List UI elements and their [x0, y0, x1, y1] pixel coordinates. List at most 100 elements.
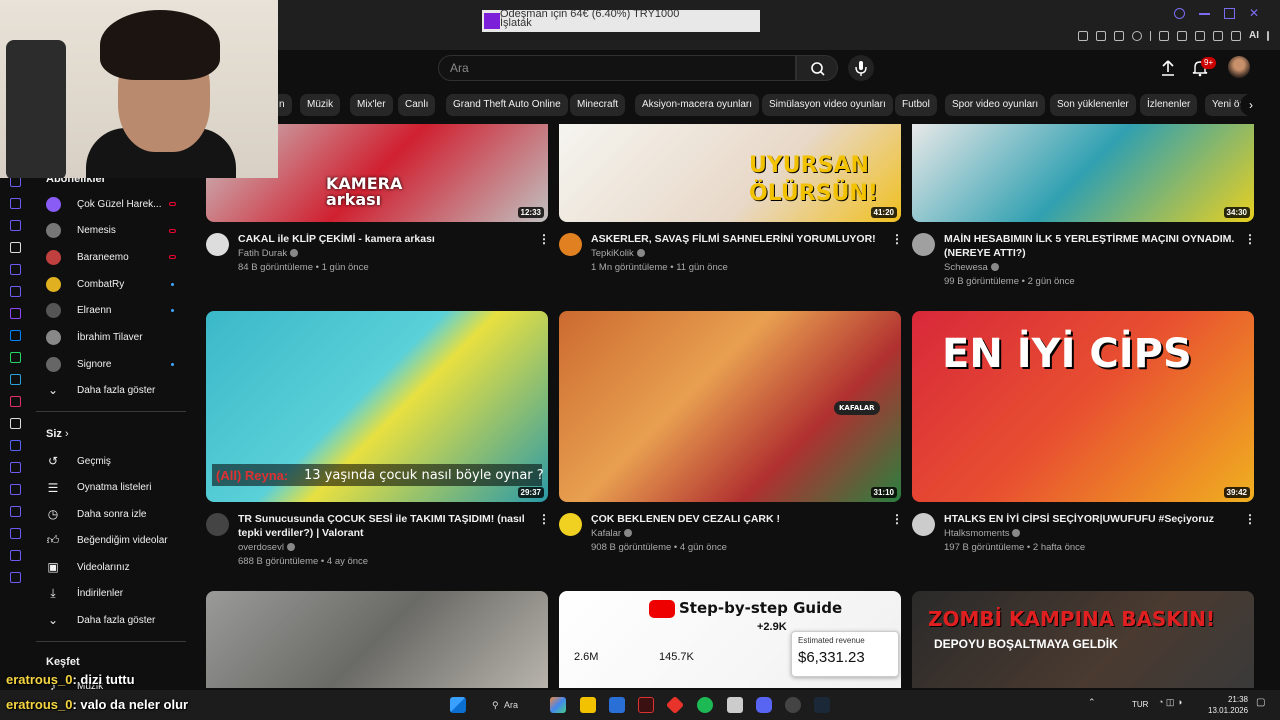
minimize-icon[interactable] — [1199, 13, 1210, 15]
search-input[interactable]: Ara — [438, 55, 796, 81]
video-thumbnail[interactable]: 34:30 — [912, 124, 1254, 222]
more-options-icon[interactable]: ⋮ — [1244, 233, 1256, 245]
store-icon[interactable] — [609, 697, 625, 713]
subscription-item[interactable]: Elraenn — [46, 299, 196, 323]
chip[interactable]: Son yüklenenler — [1050, 94, 1136, 116]
search-window-icon[interactable] — [1174, 8, 1185, 19]
search-button[interactable] — [796, 55, 838, 81]
video-thumbnail[interactable] — [206, 591, 548, 688]
menu-dots-icon[interactable] — [1267, 30, 1269, 41]
download-browser-icon[interactable] — [1213, 30, 1223, 41]
subscription-item[interactable]: Çok Güzel Harek... — [46, 192, 196, 216]
channel-avatar[interactable] — [206, 233, 229, 256]
rail-app-icon[interactable] — [10, 330, 21, 341]
maximize-icon[interactable] — [1224, 8, 1235, 19]
subscription-item[interactable]: Baraneemo — [46, 245, 196, 269]
chip[interactable]: Aksiyon-macera oyunları — [635, 94, 760, 116]
channel-avatar[interactable] — [206, 513, 229, 536]
app-icon[interactable] — [785, 697, 801, 713]
video-title[interactable]: TR Sunucusunda ÇOCUK SESİ ile TAKIMI TAŞ… — [238, 512, 538, 540]
ai-button[interactable]: AI — [1249, 30, 1259, 41]
rail-app-icon[interactable] — [10, 506, 21, 517]
upload-icon[interactable] — [1158, 58, 1178, 78]
extension-icon[interactable] — [1159, 30, 1169, 41]
video-title[interactable]: ÇOK BEKLENEN DEV CEZALI ÇARK ! — [591, 512, 891, 526]
close-icon[interactable]: ✕ — [1249, 7, 1260, 19]
chip[interactable]: Minecraft — [570, 94, 626, 116]
steam-icon[interactable] — [814, 697, 830, 713]
you-item[interactable]: ▣ Videolarınız — [46, 555, 196, 579]
wallet-icon[interactable] — [1195, 30, 1205, 41]
puzzle-icon[interactable] — [1177, 30, 1187, 41]
language-indicator[interactable]: TUR — [1132, 700, 1148, 709]
video-title[interactable]: MAİN HESABIMIN İLK 5 YERLEŞTİRME MAÇINI … — [944, 232, 1244, 260]
you-item[interactable]: ◷ Daha sonra izle — [46, 502, 196, 526]
channel-name[interactable]: Kafalar — [591, 528, 633, 539]
shield-icon[interactable] — [1114, 30, 1124, 41]
rail-app-icon[interactable] — [10, 440, 21, 451]
rail-app-icon[interactable] — [10, 572, 21, 583]
channel-avatar[interactable] — [912, 513, 935, 536]
channel-avatar[interactable] — [559, 513, 582, 536]
rail-app-icon[interactable] — [10, 286, 21, 297]
you-item[interactable]: ☰ Oynatma listeleri — [46, 476, 196, 500]
you-item[interactable]: ↺ Geçmiş — [46, 449, 196, 473]
chevron-right-icon[interactable]: › — [1240, 94, 1262, 116]
screenshot-icon[interactable] — [1096, 30, 1106, 41]
video-thumbnail[interactable]: UYURSAN ÖLÜRSÜN! 41:20 — [559, 124, 901, 222]
show-more-subscriptions[interactable]: ⌄ Daha fazla göster — [46, 378, 196, 402]
channel-name[interactable]: Schewesa — [944, 262, 999, 273]
show-more-you[interactable]: ⌄ Daha fazla göster — [46, 608, 196, 632]
rail-app-icon[interactable] — [10, 528, 21, 539]
voice-search-button[interactable] — [848, 55, 874, 81]
rail-app-icon[interactable] — [10, 198, 21, 209]
video-thumbnail[interactable]: Step-by-step Guide Estimated revenue $6,33… — [559, 591, 901, 688]
discord-icon[interactable] — [756, 697, 772, 713]
pin-icon[interactable] — [1078, 30, 1088, 41]
more-options-icon[interactable]: ⋮ — [891, 233, 903, 245]
windows-start-icon[interactable] — [450, 697, 466, 713]
notification-center-icon[interactable]: ▢ — [1256, 697, 1268, 713]
subscription-item[interactable]: İbrahim Tilaver — [46, 326, 196, 350]
edit-icon[interactable] — [1231, 30, 1241, 41]
channel-name[interactable]: overdosevl — [238, 542, 295, 553]
rail-app-icon[interactable] — [10, 242, 21, 253]
chip[interactable]: Futbol — [895, 94, 937, 116]
more-options-icon[interactable]: ⋮ — [538, 513, 550, 525]
chip[interactable]: Grand Theft Auto Online — [446, 94, 568, 116]
rail-app-icon[interactable] — [10, 220, 21, 231]
file-explorer-icon[interactable] — [580, 697, 596, 713]
mail-icon[interactable] — [727, 697, 743, 713]
clock[interactable]: 21:38 13.01.2026 — [1208, 694, 1248, 716]
video-thumbnail[interactable]: KAFALAR 31:10 — [559, 311, 901, 502]
video-title[interactable]: HTALKS EN İYİ CİPSİ SEÇİYOR|UWUFUFU #Seç… — [944, 512, 1244, 526]
rail-app-icon[interactable] — [10, 264, 21, 275]
rail-app-icon[interactable] — [10, 352, 21, 363]
rail-app-icon[interactable] — [10, 462, 21, 473]
rail-app-icon[interactable] — [10, 418, 21, 429]
channel-name[interactable]: Fatih Durak — [238, 248, 299, 259]
channel-avatar[interactable] — [912, 233, 935, 256]
chip[interactable]: Simülasyon video oyunları — [762, 94, 893, 116]
subscription-item[interactable]: CombatRy — [46, 272, 196, 296]
rail-app-icon[interactable] — [10, 374, 21, 385]
video-title[interactable]: CAKAL ile KLİP ÇEKİMİ - kamera arkası — [238, 232, 538, 246]
subscription-item[interactable]: Nemesis — [46, 219, 196, 243]
chip[interactable]: Müzik — [300, 94, 341, 116]
subscription-item[interactable]: Signore — [46, 352, 196, 376]
account-avatar[interactable] — [1228, 56, 1250, 78]
rail-app-icon[interactable] — [10, 308, 21, 319]
chip[interactable]: Spor video oyunları — [945, 94, 1046, 116]
chip[interactable]: Mix'ler — [350, 94, 393, 116]
spotify-icon[interactable] — [697, 697, 713, 713]
video-thumbnail[interactable]: ZOMBİ KAMPINA BASKIN! DEPOYU BOŞALTMAYA G… — [912, 591, 1254, 688]
rail-app-icon[interactable] — [10, 484, 21, 495]
you-heading[interactable]: Siz › — [46, 428, 69, 440]
chip[interactable]: İzlenenler — [1140, 94, 1198, 116]
tray-chevron-icon[interactable]: ⌃ — [1088, 697, 1098, 713]
heart-icon[interactable] — [1132, 30, 1142, 41]
video-thumbnail[interactable]: EN İYİ CİPS 39:42 — [912, 311, 1254, 502]
channel-name[interactable]: TepkiKolik — [591, 248, 645, 259]
you-item[interactable]: ⤓ İndirilenler — [46, 582, 196, 606]
copilot-icon[interactable] — [550, 697, 566, 713]
